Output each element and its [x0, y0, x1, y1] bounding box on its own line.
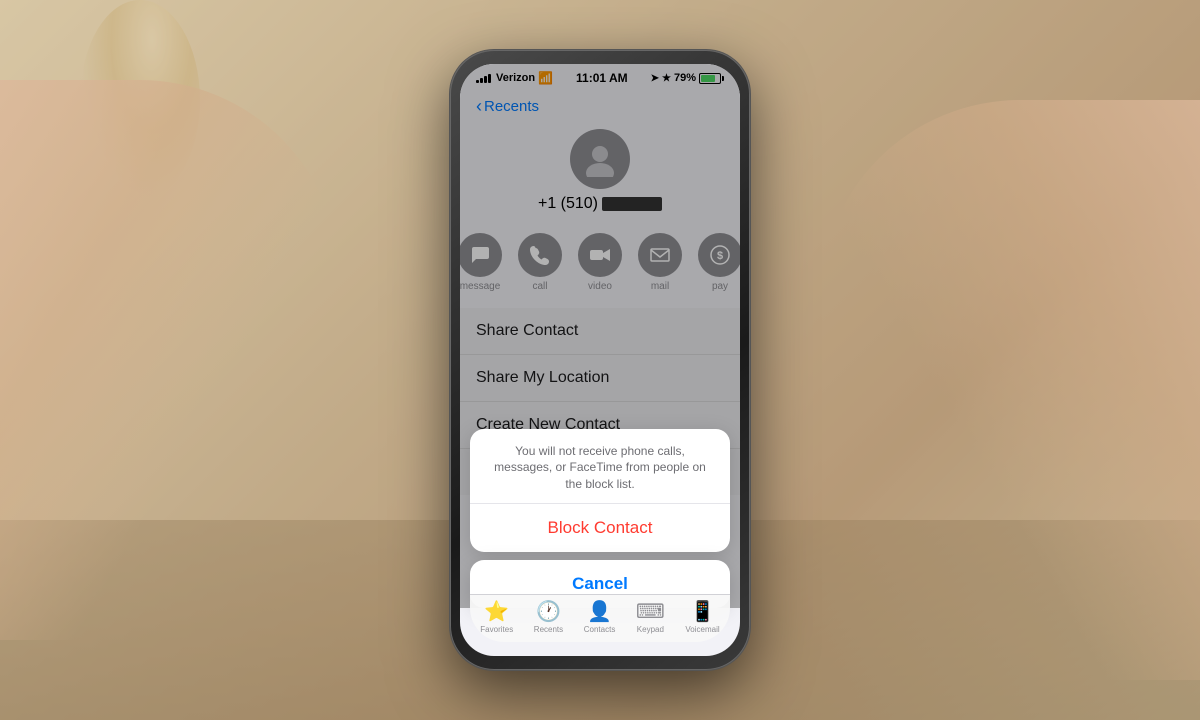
tab-keypad-label: Keypad — [637, 625, 664, 634]
tab-bar: ⭐ Favorites 🕐 Recents 👤 Contacts ⌨ Keypa… — [470, 594, 730, 642]
voicemail-icon: 📱 — [690, 599, 715, 624]
tab-keypad[interactable]: ⌨ Keypad — [636, 599, 665, 634]
block-contact-button[interactable]: Block Contact — [470, 504, 730, 552]
tab-recents-label: Recents — [534, 625, 563, 634]
tab-contacts-label: Contacts — [584, 625, 616, 634]
action-sheet-main: You will not receive phone calls, messag… — [470, 429, 730, 552]
phone-frame: Verizon 📶 11:01 AM ➤ ★ 79% — [450, 50, 750, 670]
tab-favorites[interactable]: ⭐ Favorites — [480, 599, 513, 634]
tab-voicemail[interactable]: 📱 Voicemail — [685, 599, 719, 634]
tab-voicemail-label: Voicemail — [685, 625, 719, 634]
phone-device: Verizon 📶 11:01 AM ➤ ★ 79% — [450, 50, 750, 670]
tab-recents[interactable]: 🕐 Recents — [534, 599, 563, 634]
action-sheet: You will not receive phone calls, messag… — [470, 429, 730, 608]
favorites-icon: ⭐ — [484, 599, 509, 624]
tab-favorites-label: Favorites — [480, 625, 513, 634]
block-warning-text: You will not receive phone calls, messag… — [470, 429, 730, 504]
recents-icon: 🕐 — [536, 599, 561, 624]
tab-contacts[interactable]: 👤 Contacts — [584, 599, 616, 634]
phone-screen: Verizon 📶 11:01 AM ➤ ★ 79% — [460, 64, 740, 656]
contacts-icon: 👤 — [587, 599, 612, 624]
keypad-icon: ⌨ — [636, 599, 665, 624]
